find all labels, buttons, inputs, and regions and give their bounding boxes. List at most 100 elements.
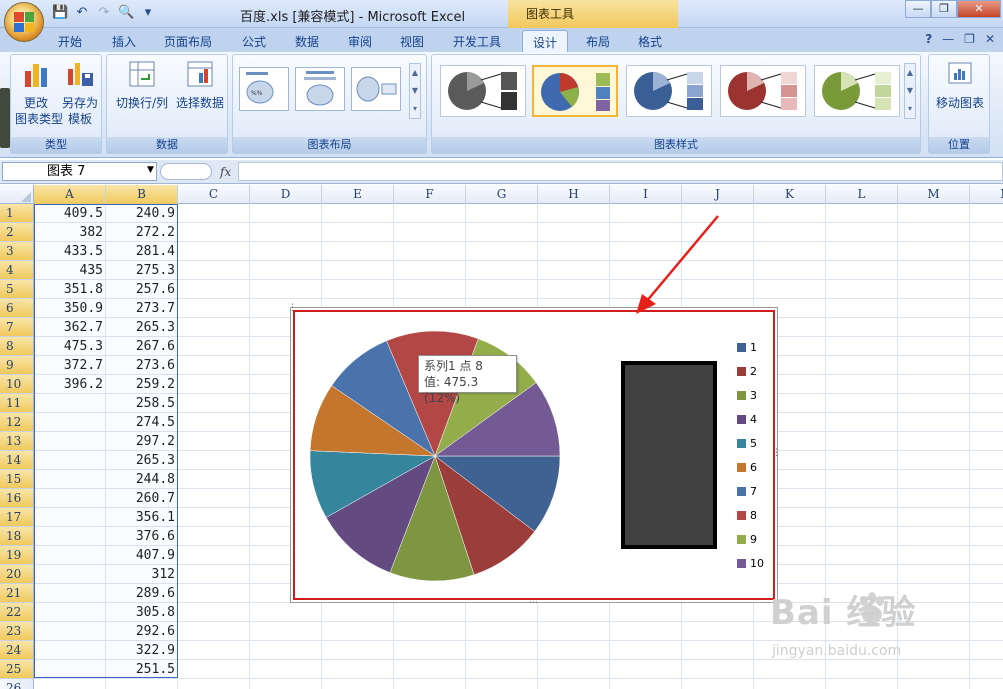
resize-handle[interactable]: ⋮ — [288, 303, 297, 313]
legend-item[interactable]: 8 — [737, 508, 757, 522]
tab-formulas[interactable]: 公式 — [232, 30, 276, 52]
tab-review[interactable]: 审阅 — [338, 30, 382, 52]
cell-a8[interactable]: 475.3 — [34, 337, 106, 356]
print-preview-icon[interactable]: 🔍 — [118, 5, 134, 21]
formula-splitter[interactable] — [160, 163, 212, 180]
row-header-18[interactable]: 18 — [0, 527, 34, 546]
ribbon-minimize-icon[interactable]: — — [942, 32, 954, 46]
cell-a4[interactable]: 435 — [34, 261, 106, 280]
layout-option-3[interactable] — [351, 67, 401, 111]
cell-b25[interactable]: 251.5 — [106, 660, 178, 679]
cell-b4[interactable]: 275.3 — [106, 261, 178, 280]
select-all-corner[interactable] — [0, 185, 34, 204]
legend-item[interactable]: 1 — [737, 340, 757, 354]
ribbon-close-icon[interactable]: ✕ — [985, 32, 995, 46]
row-header-2[interactable]: 2 — [0, 223, 34, 242]
column-header-k[interactable]: K — [754, 185, 826, 204]
row-header-6[interactable]: 6 — [0, 299, 34, 318]
cell-b14[interactable]: 265.3 — [106, 451, 178, 470]
cell-b17[interactable]: 356.1 — [106, 508, 178, 527]
restore-button[interactable]: ❐ — [931, 0, 957, 18]
cell-b16[interactable]: 260.7 — [106, 489, 178, 508]
legend-item[interactable]: 3 — [737, 388, 757, 402]
cell-a1[interactable]: 409.5 — [34, 204, 106, 223]
legend-item[interactable]: 10 — [737, 556, 764, 570]
style-gallery-scroll[interactable]: ▲ ▼ ▾ — [904, 63, 916, 119]
layout-option-1[interactable]: %% — [239, 67, 289, 111]
chart-style-red[interactable] — [720, 65, 806, 117]
cell-b1[interactable]: 240.9 — [106, 204, 178, 223]
tab-insert[interactable]: 插入 — [102, 30, 146, 52]
cell-b22[interactable]: 305.8 — [106, 603, 178, 622]
row-header-1[interactable]: 1 — [0, 204, 34, 223]
cell-b12[interactable]: 274.5 — [106, 413, 178, 432]
legend-item[interactable]: 7 — [737, 484, 757, 498]
layout-option-2[interactable] — [295, 67, 345, 111]
cell-b6[interactable]: 273.7 — [106, 299, 178, 318]
row-header-19[interactable]: 19 — [0, 546, 34, 565]
row-header-26[interactable]: 26 — [0, 679, 34, 689]
column-header-l[interactable]: L — [826, 185, 898, 204]
cell-b5[interactable]: 257.6 — [106, 280, 178, 299]
column-header-n[interactable]: N — [970, 185, 1003, 204]
name-box[interactable]: 图表 7 — [2, 162, 157, 181]
column-header-h[interactable]: H — [538, 185, 610, 204]
row-header-20[interactable]: 20 — [0, 565, 34, 584]
formula-input[interactable] — [238, 162, 1003, 181]
cell-b19[interactable]: 407.9 — [106, 546, 178, 565]
row-header-17[interactable]: 17 — [0, 508, 34, 527]
cell-a7[interactable]: 362.7 — [34, 318, 106, 337]
tab-developer[interactable]: 开发工具 — [443, 30, 511, 52]
tab-format[interactable]: 格式 — [628, 30, 672, 52]
cell-b9[interactable]: 273.6 — [106, 356, 178, 375]
row-header-10[interactable]: 10 — [0, 375, 34, 394]
row-header-25[interactable]: 25 — [0, 660, 34, 679]
pie-bar-secondary[interactable] — [621, 361, 717, 549]
row-header-12[interactable]: 12 — [0, 413, 34, 432]
customize-qat-icon[interactable]: ▾ — [140, 5, 156, 21]
row-header-14[interactable]: 14 — [0, 451, 34, 470]
minimize-button[interactable]: — — [905, 0, 931, 18]
row-header-16[interactable]: 16 — [0, 489, 34, 508]
cell-b11[interactable]: 258.5 — [106, 394, 178, 413]
insert-function-icon[interactable]: fx — [220, 165, 231, 179]
cell-b8[interactable]: 267.6 — [106, 337, 178, 356]
help-icon[interactable]: ? — [925, 32, 932, 46]
column-header-a[interactable]: A — [34, 185, 106, 204]
select-data-button[interactable]: 选择数据 — [173, 59, 227, 111]
row-header-3[interactable]: 3 — [0, 242, 34, 261]
row-header-13[interactable]: 13 — [0, 432, 34, 451]
row-header-7[interactable]: 7 — [0, 318, 34, 337]
chart-style-green[interactable] — [814, 65, 900, 117]
cell-a5[interactable]: 351.8 — [34, 280, 106, 299]
name-box-dropdown-icon[interactable]: ▼ — [147, 165, 154, 175]
cell-b7[interactable]: 265.3 — [106, 318, 178, 337]
cell-b10[interactable]: 259.2 — [106, 375, 178, 394]
resize-handle[interactable]: ⋯ — [529, 598, 538, 608]
column-header-c[interactable]: C — [178, 185, 250, 204]
row-header-24[interactable]: 24 — [0, 641, 34, 660]
cell-b13[interactable]: 297.2 — [106, 432, 178, 451]
close-button[interactable]: ✕ — [957, 0, 1001, 18]
column-header-d[interactable]: D — [250, 185, 322, 204]
tab-view[interactable]: 视图 — [390, 30, 434, 52]
office-button[interactable] — [4, 2, 44, 42]
legend-item[interactable]: 5 — [737, 436, 757, 450]
cell-b2[interactable]: 272.2 — [106, 223, 178, 242]
column-header-j[interactable]: J — [682, 185, 754, 204]
cell-a10[interactable]: 396.2 — [34, 375, 106, 394]
tab-page-layout[interactable]: 页面布局 — [154, 30, 222, 52]
save-as-template-button[interactable]: 另存为 模板 — [59, 59, 101, 127]
cell-b20[interactable]: 312 — [106, 565, 178, 584]
cell-a6[interactable]: 350.9 — [34, 299, 106, 318]
ribbon-restore-icon[interactable]: ❐ — [964, 32, 975, 46]
save-icon[interactable]: 💾 — [52, 5, 68, 21]
legend-item[interactable]: 9 — [737, 532, 757, 546]
tab-layout[interactable]: 布局 — [576, 30, 620, 52]
column-header-b[interactable]: B — [106, 185, 178, 204]
column-header-e[interactable]: E — [322, 185, 394, 204]
switch-row-column-button[interactable]: 切换行/列 — [113, 59, 171, 111]
row-header-23[interactable]: 23 — [0, 622, 34, 641]
cell-b23[interactable]: 292.6 — [106, 622, 178, 641]
cell-b15[interactable]: 244.8 — [106, 470, 178, 489]
